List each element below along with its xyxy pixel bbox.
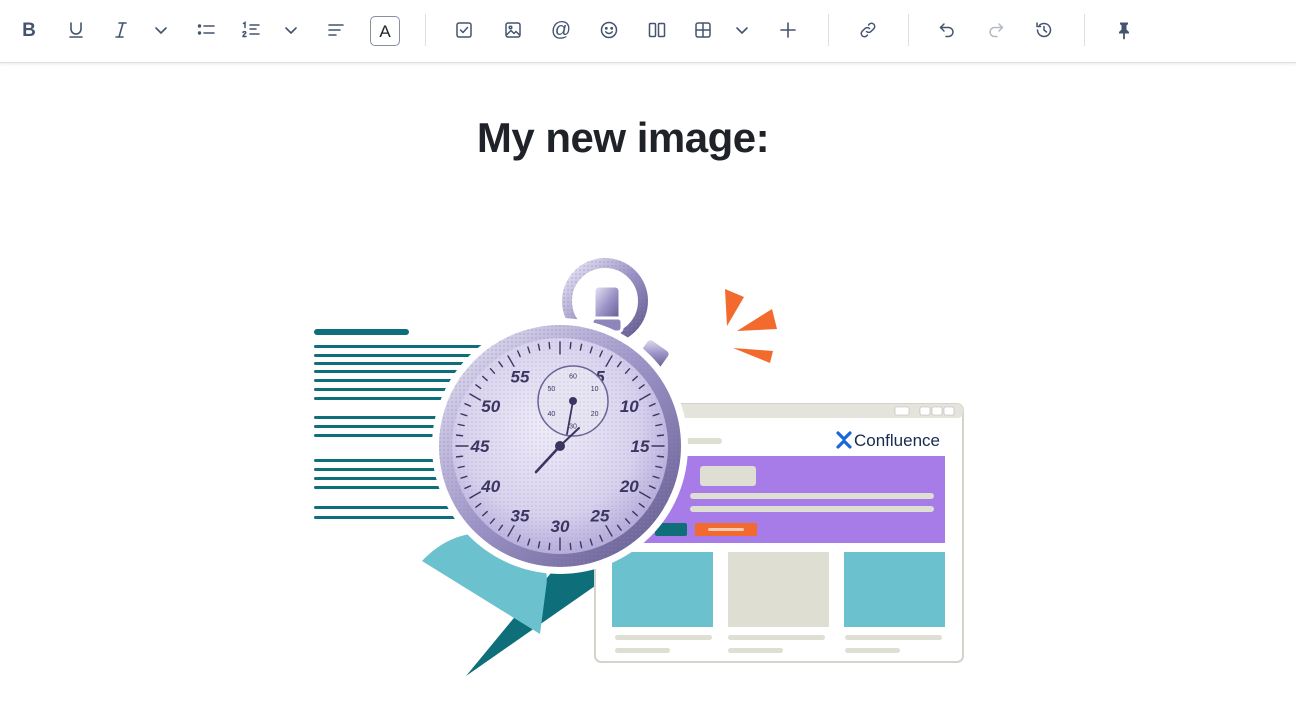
redo-icon	[989, 23, 1004, 38]
dial-number: 30	[551, 517, 570, 536]
subdial-number: 30	[569, 424, 577, 431]
more-formatting-button[interactable]	[148, 13, 174, 47]
dial-tick	[548, 341, 551, 350]
editor-toolbar: B A @	[0, 0, 1296, 63]
toolbar-divider	[1084, 14, 1085, 46]
at-icon: @	[550, 19, 572, 41]
dial-number: 50	[481, 397, 500, 416]
text-alignment-button[interactable]	[319, 13, 353, 47]
mention-button[interactable]: @	[544, 13, 578, 47]
dial-number: 35	[511, 506, 530, 525]
browser-window-controls	[894, 406, 955, 416]
dial-tick	[569, 542, 572, 551]
toolbar-divider	[828, 14, 829, 46]
chevron-down-icon	[285, 27, 297, 34]
list-options-button[interactable]	[278, 13, 304, 47]
pin-toolbar-button[interactable]	[1107, 13, 1141, 47]
content-card	[844, 552, 945, 627]
numbered-list-button[interactable]	[234, 13, 268, 47]
chevron-down-icon	[736, 27, 748, 34]
link-button[interactable]	[851, 13, 885, 47]
bold-icon: B	[22, 19, 36, 41]
bullet-list-icon	[197, 24, 215, 35]
confluence-brand-text: Confluence	[854, 431, 940, 450]
text-color-button[interactable]: A	[370, 16, 400, 46]
subdial-number: 50	[547, 386, 555, 393]
action-item-button[interactable]	[447, 13, 481, 47]
underline-button[interactable]	[59, 13, 93, 47]
subdial-number: 20	[591, 411, 599, 418]
text-color-icon: A	[379, 21, 391, 41]
redo-button[interactable]	[979, 13, 1013, 47]
history-icon	[1036, 22, 1052, 38]
stopwatch-confluence-illustration[interactable]: Confluence 55 5101520253035404550 605040…	[290, 256, 990, 686]
layouts-button[interactable]	[640, 13, 674, 47]
dial-number: 10	[620, 397, 639, 416]
numbered-list-icon	[242, 21, 260, 38]
chevron-down-icon	[155, 27, 167, 34]
checkbox-icon	[456, 22, 472, 38]
dial-tick	[455, 434, 464, 437]
plus-icon	[780, 22, 796, 38]
subdial-number: 10	[591, 386, 599, 393]
subdial-number: 40	[547, 411, 555, 418]
insert-image-button[interactable]	[496, 13, 530, 47]
dial-tick	[656, 455, 665, 458]
align-left-icon	[328, 24, 344, 36]
content-card	[612, 552, 713, 627]
undo-icon	[939, 23, 954, 38]
page-title: My new image:	[476, 114, 770, 161]
pin-icon	[1119, 22, 1129, 40]
content-card	[728, 552, 829, 627]
dial-number: 20	[619, 477, 639, 496]
bold-button[interactable]: B	[12, 13, 46, 47]
orange-burst-decoration	[725, 289, 777, 363]
dial-tick	[455, 455, 464, 458]
table-icon	[695, 22, 711, 38]
italic-button[interactable]	[104, 13, 138, 47]
dial-number: 55	[511, 368, 530, 387]
bullet-list-button[interactable]	[189, 13, 223, 47]
toolbar-divider	[425, 14, 426, 46]
dial-number: 25	[590, 506, 610, 525]
dial-number: 45	[470, 437, 490, 456]
dial-tick	[656, 434, 665, 437]
dial-tick	[569, 341, 572, 350]
emoji-icon	[600, 21, 618, 39]
stopwatch: 55 5101520253035404550 605040302010	[432, 256, 688, 574]
insert-more-button[interactable]	[771, 13, 805, 47]
image-icon	[505, 22, 521, 38]
toolbar-divider	[908, 14, 909, 46]
underline-icon	[69, 22, 83, 38]
table-options-button[interactable]	[729, 13, 755, 47]
dial-number: 15	[631, 437, 650, 456]
columns-icon	[648, 22, 666, 38]
emoji-button[interactable]	[592, 13, 626, 47]
undo-button[interactable]	[930, 13, 964, 47]
version-history-button[interactable]	[1027, 13, 1061, 47]
italic-icon	[115, 22, 127, 38]
dial-tick	[548, 542, 551, 551]
link-icon	[860, 22, 876, 38]
insert-table-button[interactable]	[686, 13, 720, 47]
confluence-logo: Confluence	[836, 431, 940, 450]
subdial-number: 60	[569, 374, 577, 381]
dial-number: 40	[480, 477, 500, 496]
